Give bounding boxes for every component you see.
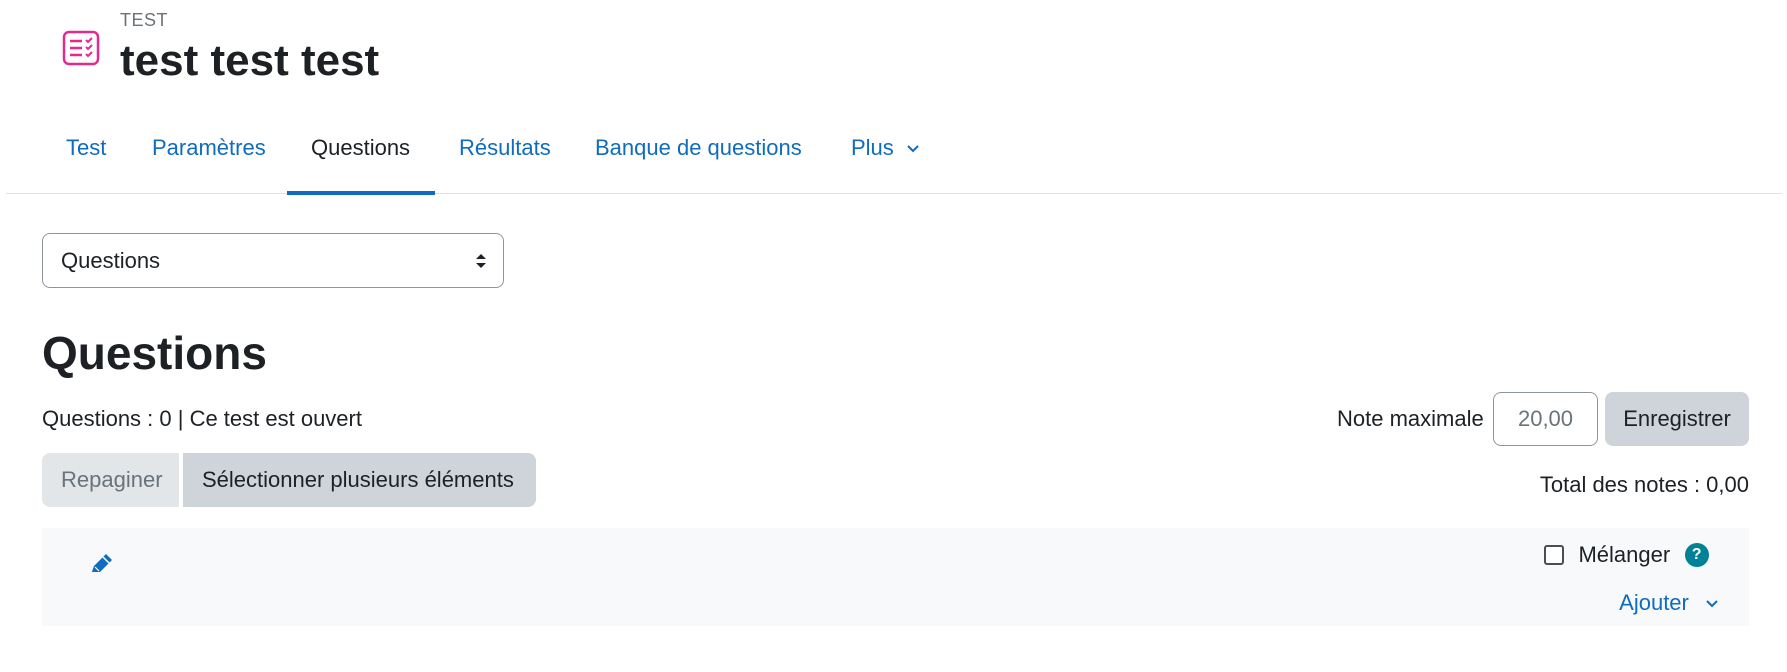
chevron-down-icon bbox=[1706, 600, 1718, 608]
select-value: Questions bbox=[61, 248, 161, 273]
section-heading: Questions bbox=[42, 327, 267, 379]
chevron-down-icon bbox=[907, 145, 919, 153]
shuffle-checkbox[interactable] bbox=[1544, 545, 1564, 565]
quiz-section-panel: Mélanger ? Ajouter bbox=[42, 528, 1749, 626]
tab-more-menu[interactable]: Plus bbox=[851, 108, 920, 194]
quiz-icon bbox=[62, 30, 100, 66]
tab-label: Plus bbox=[851, 135, 894, 160]
tab-banque-de-questions[interactable]: Banque de questions bbox=[595, 108, 802, 194]
shuffle-label: Mélanger bbox=[1578, 542, 1671, 567]
shuffle-control: Mélanger ? bbox=[1544, 542, 1709, 572]
select-arrows-icon bbox=[476, 254, 486, 268]
total-marks: Total des notes : 0,00 bbox=[1539, 472, 1749, 497]
help-icon[interactable]: ? bbox=[1684, 543, 1709, 567]
tab-test[interactable]: Test bbox=[66, 108, 106, 194]
tab-label: Test bbox=[66, 135, 107, 160]
activity-type-label: TEST bbox=[120, 10, 169, 30]
page-title: test test test bbox=[120, 36, 380, 85]
save-button[interactable]: Enregistrer bbox=[1605, 392, 1749, 446]
select-multiple-button[interactable]: Sélectionner plusieurs éléments bbox=[183, 453, 536, 507]
add-menu-toggle[interactable]: Ajouter bbox=[1619, 590, 1719, 616]
tab-label: Paramètres bbox=[152, 135, 266, 160]
page-header: TEST test test test bbox=[0, 0, 1787, 100]
max-grade-label: Note maximale bbox=[1337, 406, 1484, 431]
tab-parametres[interactable]: Paramètres bbox=[152, 108, 266, 194]
tertiary-navigation-select[interactable]: Questions bbox=[42, 233, 504, 288]
quiz-status-info: Questions : 0 | Ce test est ouvert bbox=[42, 406, 362, 431]
page: TEST test test test Test Paramètres Ques… bbox=[0, 0, 1787, 672]
max-grade-input[interactable]: 20,00 bbox=[1493, 392, 1598, 446]
tab-label: Questions bbox=[311, 135, 411, 160]
tab-resultats[interactable]: Résultats bbox=[459, 108, 551, 194]
tab-label: Résultats bbox=[459, 135, 551, 160]
repaginate-button[interactable]: Repaginer bbox=[42, 453, 179, 507]
tab-questions[interactable]: Questions bbox=[287, 108, 435, 195]
pencil-icon[interactable] bbox=[88, 550, 116, 578]
secondary-navigation: Test Paramètres Questions Résultats Banq… bbox=[6, 108, 1782, 195]
add-menu-label: Ajouter bbox=[1619, 590, 1689, 615]
active-tab-indicator bbox=[287, 191, 435, 195]
tab-label: Banque de questions bbox=[595, 135, 802, 160]
